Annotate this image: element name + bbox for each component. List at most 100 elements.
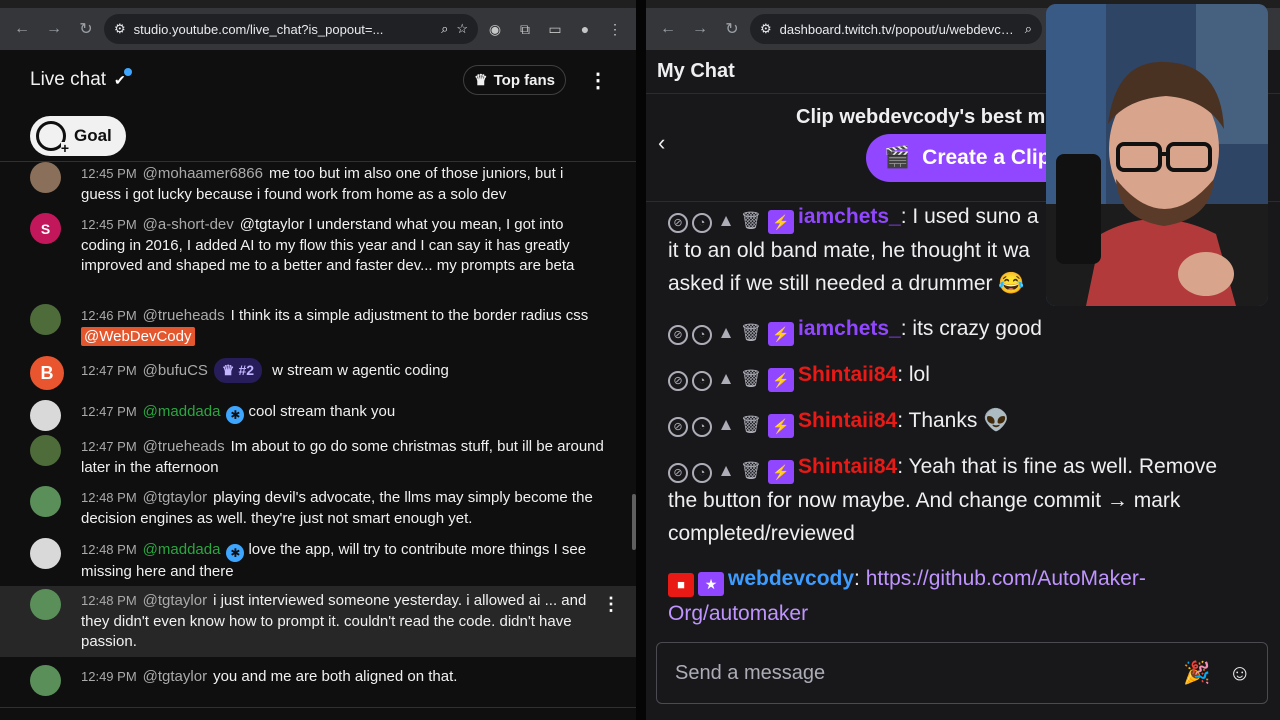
avatar[interactable]: B <box>30 356 64 390</box>
timeout-icon[interactable]: ◔ <box>692 325 712 345</box>
forward-icon[interactable]: → <box>686 15 714 43</box>
address-url: studio.youtube.com/live_chat?is_popout=.… <box>133 21 384 37</box>
chevron-down-icon[interactable]: ✔ <box>114 67 132 89</box>
message-author[interactable]: @tgtaylor <box>143 592 207 609</box>
message-timestamp: 12:47 PM <box>81 439 137 454</box>
delete-icon[interactable]: 🗑 <box>740 323 762 343</box>
back-icon[interactable]: ← <box>654 15 682 43</box>
message-timestamp: 12:48 PM <box>81 542 137 557</box>
party-popper-icon[interactable]: 🎉 <box>1183 660 1210 686</box>
warn-icon[interactable]: ▲ <box>716 415 736 435</box>
chat-message-hovered: 12:48 PM @tgtaylor i just interviewed some… <box>0 586 636 657</box>
zoom-icon[interactable]: ⌕ <box>441 21 448 37</box>
message-menu-icon[interactable]: ⋮ <box>602 594 620 615</box>
message-author[interactable]: @trueheads <box>143 307 225 324</box>
youtube-browser-window: ← → ↻ ⚙ studio.youtube.com/live_chat?is_… <box>0 0 636 720</box>
avatar[interactable] <box>30 162 61 193</box>
message-text-continued: it to an old band mate, he thought it wa <box>668 239 1030 262</box>
message-text: I think its a simple adjustment to the b… <box>230 307 589 324</box>
message-author[interactable]: Shintaii84 <box>798 409 897 432</box>
crown-icon: ♛ <box>221 362 235 378</box>
broadcaster-badge-icon: ■ <box>668 573 694 597</box>
message-author[interactable]: @a-short-dev <box>143 216 234 233</box>
chat-message: 12:46 PM @trueheads I think its a simple a… <box>0 304 636 347</box>
reload-icon[interactable]: ↻ <box>72 15 100 43</box>
bookmark-star-icon[interactable]: ☆ <box>456 21 468 37</box>
message-author[interactable]: @mohaamer6866 <box>143 165 263 182</box>
forward-icon[interactable]: → <box>40 15 68 43</box>
puzzle-extensions-icon[interactable]: ⧉ <box>512 16 538 42</box>
address-bar[interactable]: ⚙ studio.youtube.com/live_chat?is_popout… <box>104 14 478 44</box>
goal-target-icon <box>36 120 69 154</box>
timeout-icon[interactable]: ◔ <box>692 371 712 391</box>
message-author[interactable]: @maddada <box>143 403 221 420</box>
warn-icon[interactable]: ▲ <box>716 211 736 231</box>
extension-icon[interactable]: ◉ <box>482 16 508 42</box>
timeout-icon[interactable]: ◔ <box>692 463 712 483</box>
webcam-overlay <box>1046 4 1268 306</box>
message-author[interactable]: @trueheads <box>143 438 225 455</box>
delete-icon[interactable]: 🗑 <box>740 415 762 435</box>
ban-icon[interactable]: ⊘ <box>668 325 688 345</box>
delete-icon[interactable]: 🗑 <box>740 211 762 231</box>
warn-icon[interactable]: ▲ <box>716 323 736 343</box>
prime-badge-icon: ⚡ <box>768 368 794 392</box>
warn-icon[interactable]: ▲ <box>716 369 736 389</box>
ban-icon[interactable]: ⊘ <box>668 213 688 233</box>
message-author[interactable]: @bufuCS <box>143 362 208 379</box>
avatar[interactable] <box>30 665 61 696</box>
reload-icon[interactable]: ↻ <box>718 15 746 43</box>
chat-message: 12:47 PM @trueheads Im about to go do some… <box>0 435 636 478</box>
ban-icon[interactable]: ⊘ <box>668 463 688 483</box>
message-author[interactable]: @tgtaylor <box>143 489 207 506</box>
message-text: you and me are both aligned on that. <box>213 668 458 685</box>
cast-icon[interactable]: ▭ <box>542 16 568 42</box>
crown-icon: ♛ <box>474 72 488 89</box>
message-author[interactable]: webdevcody <box>728 567 854 590</box>
message-author[interactable]: @maddada <box>143 541 221 558</box>
avatar[interactable] <box>30 538 61 569</box>
avatar[interactable] <box>30 435 61 466</box>
more-options-icon[interactable]: ⋮ <box>588 68 608 93</box>
back-icon[interactable]: ← <box>8 15 36 43</box>
warn-icon[interactable]: ▲ <box>716 461 736 481</box>
chat-message: 12:48 PM @tgtaylor playing devil's advocat… <box>0 486 636 529</box>
avatar[interactable] <box>30 400 61 431</box>
zoom-icon[interactable]: ⌕ <box>1025 21 1032 37</box>
avatar[interactable]: S <box>30 213 61 244</box>
delete-icon[interactable]: 🗑 <box>740 369 762 389</box>
send-message-input[interactable]: Send a message 🎉 ☺ <box>656 642 1268 704</box>
message-author[interactable]: Shintaii84 <box>798 455 897 478</box>
chat-message: ⊘ ◔ ▲ 🗑 ⚡ iamchets_: its crazy good <box>668 312 1236 346</box>
message-author[interactable]: iamchets_ <box>798 205 901 228</box>
avatar[interactable] <box>30 486 61 517</box>
profile-avatar-icon[interactable]: ● <box>572 16 598 42</box>
chat-input-area[interactable] <box>0 707 636 720</box>
top-fans-button[interactable]: ♛ Top fans <box>463 65 566 95</box>
mention-highlight[interactable]: @WebDevCody <box>81 326 195 346</box>
goal-button[interactable]: Goal <box>30 115 126 156</box>
ban-icon[interactable]: ⊘ <box>668 417 688 437</box>
site-settings-icon[interactable]: ⚙ <box>760 21 772 37</box>
timeout-icon[interactable]: ◔ <box>692 213 712 233</box>
timeout-icon[interactable]: ◔ <box>692 417 712 437</box>
message-text-continued: asked if we still needed a drummer 😂 <box>668 272 1025 295</box>
message-author[interactable]: iamchets_ <box>798 317 901 340</box>
address-bar[interactable]: ⚙ dashboard.twitch.tv/popout/u/webdevcod… <box>750 14 1042 44</box>
prime-badge-icon: ⚡ <box>768 414 794 438</box>
avatar[interactable] <box>30 304 61 335</box>
avatar[interactable] <box>30 589 61 620</box>
message-timestamp: 12:48 PM <box>81 490 137 505</box>
chevron-left-icon[interactable]: ‹ <box>658 130 665 156</box>
emoji-smiley-icon[interactable]: ☺ <box>1229 660 1251 686</box>
browser-menu-icon[interactable]: ⋮ <box>602 16 628 42</box>
site-settings-icon[interactable]: ⚙ <box>114 21 126 37</box>
live-chat-title: Live chat <box>30 69 107 90</box>
chat-message: B 12:47 PM @bufuCS ♛ #2 w stream w agentic c… <box>0 356 636 390</box>
chat-message: 12:49 PM @tgtaylor you and me are both ali… <box>0 665 636 696</box>
delete-icon[interactable]: 🗑 <box>740 461 762 481</box>
message-author[interactable]: Shintaii84 <box>798 363 897 386</box>
chat-message-list[interactable]: 12:45 PM @mohaamer6866 me too but im also … <box>0 162 636 707</box>
message-author[interactable]: @tgtaylor <box>143 668 207 685</box>
ban-icon[interactable]: ⊘ <box>668 371 688 391</box>
